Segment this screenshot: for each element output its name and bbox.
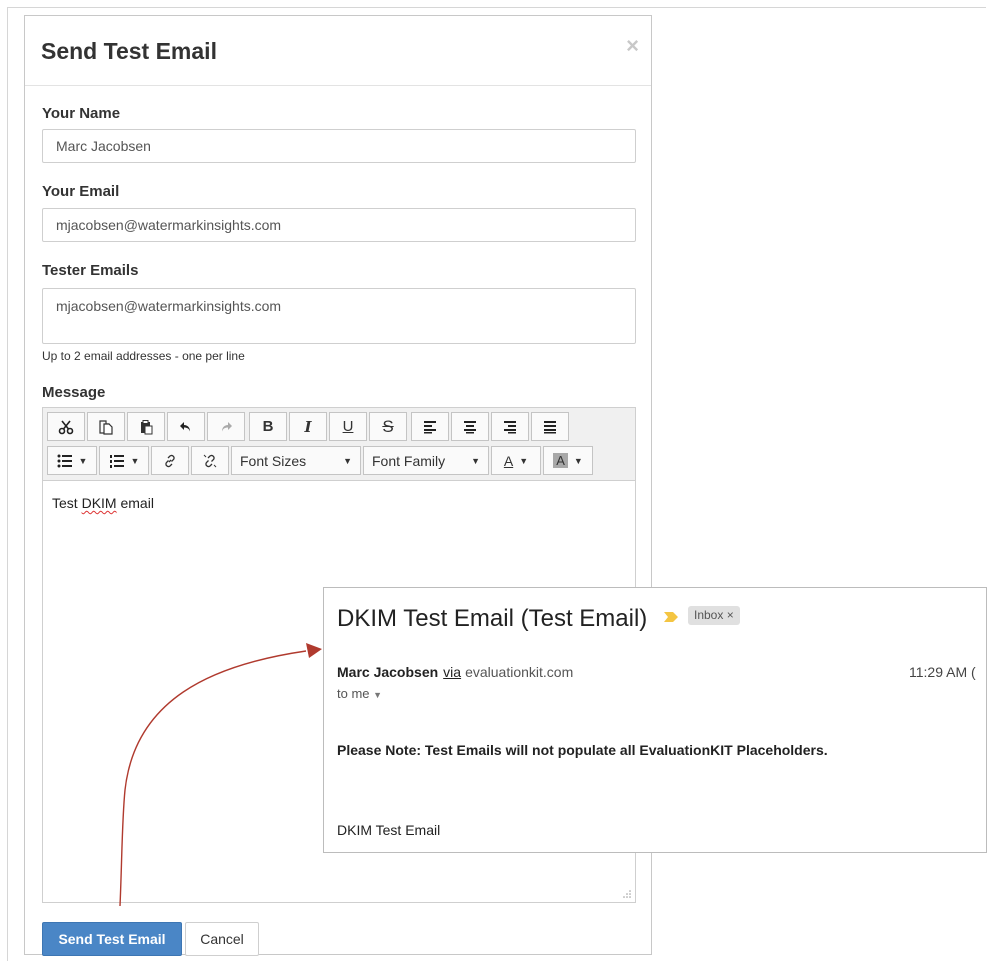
close-icon[interactable]: × — [626, 35, 639, 57]
your-email-label: Your Email — [42, 183, 120, 200]
inbox-label-chip[interactable]: Inbox × — [688, 606, 740, 625]
strikethrough-button[interactable]: S — [369, 412, 407, 441]
copy-icon[interactable] — [87, 412, 125, 441]
modal-title: Send Test Email — [41, 38, 217, 64]
redo-icon[interactable] — [207, 412, 245, 441]
resize-handle-icon[interactable] — [622, 889, 632, 899]
via-link[interactable]: via — [443, 664, 461, 680]
cut-icon[interactable] — [47, 412, 85, 441]
send-test-email-button[interactable]: Send Test Email — [42, 922, 182, 956]
text-color-icon: A — [503, 452, 514, 469]
paste-icon[interactable] — [127, 412, 165, 441]
email-note: Please Note: Test Emails will not popula… — [337, 742, 828, 758]
chevron-down-icon: ▼ — [78, 455, 88, 466]
your-name-input[interactable]: Marc Jacobsen — [42, 129, 636, 163]
tester-emails-label: Tester Emails — [42, 262, 139, 279]
misspelled-word: DKIM — [81, 495, 117, 511]
importance-marker-icon — [664, 612, 678, 622]
your-email-input[interactable]: mjacobsen@watermarkinsights.com — [42, 208, 636, 242]
chevron-down-icon: ▼ — [130, 455, 140, 466]
tester-emails-help: Up to 2 email addresses - one per line — [42, 349, 245, 363]
bullet-list-dropdown[interactable]: ▼ — [47, 446, 97, 475]
recipient-label: to me — [337, 686, 370, 701]
chevron-down-icon: ▼ — [343, 455, 352, 466]
modal-header: Send Test Email × — [25, 16, 651, 86]
font-family-dropdown[interactable]: Font Family ▼ — [363, 446, 489, 475]
chevron-down-icon: ▼ — [519, 455, 529, 466]
email-time: 11:29 AM ( — [909, 664, 976, 680]
numbered-list-dropdown[interactable]: ▼ — [99, 446, 149, 475]
numbered-list-icon — [109, 454, 124, 468]
underline-button[interactable]: U — [329, 412, 367, 441]
sender-name: Marc Jacobsen — [337, 664, 439, 680]
message-label: Message — [42, 384, 106, 401]
font-sizes-dropdown[interactable]: Font Sizes ▼ — [231, 446, 361, 475]
sender-line: Marc Jacobsen via evaluationkit.com — [337, 664, 573, 680]
editor-text: Test DKIM email — [52, 495, 154, 511]
sender-domain: evaluationkit.com — [465, 664, 574, 680]
chevron-down-icon: ▼ — [573, 455, 583, 466]
email-subject: DKIM Test Email (Test Email) — [337, 605, 648, 632]
inbox-label-text: Inbox — [694, 608, 724, 622]
font-family-label: Font Family — [372, 452, 446, 469]
italic-button[interactable]: I — [289, 412, 327, 441]
recipient-dropdown[interactable]: to me ▼ — [337, 686, 382, 701]
background-color-icon: A — [553, 453, 568, 468]
font-sizes-label: Font Sizes — [240, 452, 307, 469]
align-center-icon[interactable] — [451, 412, 489, 441]
cancel-button[interactable]: Cancel — [185, 922, 259, 956]
undo-icon[interactable] — [167, 412, 205, 441]
email-preview-panel: DKIM Test Email (Test Email) Inbox × Mar… — [323, 587, 987, 853]
background-color-dropdown[interactable]: A ▼ — [543, 446, 593, 475]
close-icon[interactable]: × — [727, 608, 734, 622]
align-right-icon[interactable] — [491, 412, 529, 441]
unlink-icon[interactable] — [191, 446, 229, 475]
chevron-down-icon: ▼ — [471, 455, 480, 466]
bullet-list-icon — [57, 454, 72, 467]
your-name-label: Your Name — [42, 105, 121, 122]
tester-emails-textarea[interactable]: mjacobsen@watermarkinsights.com — [42, 288, 636, 344]
bold-button[interactable]: B — [249, 412, 287, 441]
chevron-down-icon: ▼ — [373, 690, 383, 700]
link-icon[interactable] — [151, 446, 189, 475]
text-color-dropdown[interactable]: A ▼ — [491, 446, 541, 475]
justify-icon[interactable] — [531, 412, 569, 441]
email-body: DKIM Test Email — [337, 822, 441, 838]
align-left-icon[interactable] — [411, 412, 449, 441]
editor-toolbar: B I U S ▼ ▼ Font Sizes ▼ Font Family ▼ A… — [43, 408, 635, 481]
